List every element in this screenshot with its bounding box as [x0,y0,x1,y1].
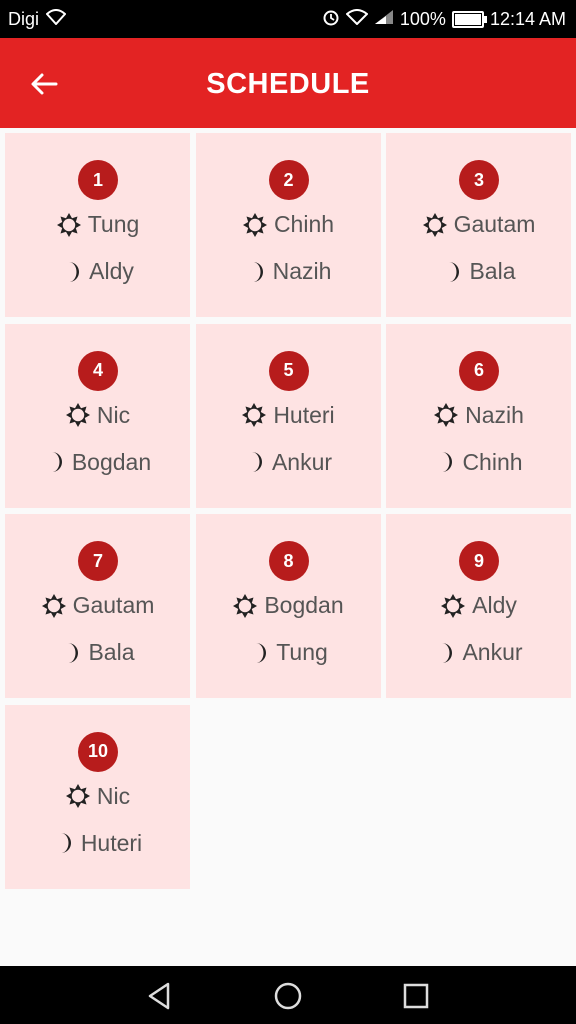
sun-icon [41,593,66,618]
sun-icon [242,212,267,237]
night-shift-name: Chinh [462,448,523,475]
day-shift-row: Nic [5,783,190,810]
day-number-badge: 10 [78,731,118,772]
carrier-label: Digi [8,9,40,29]
moon-icon [442,642,453,663]
schedule-cell[interactable]: 7 Gautam Bala [5,514,190,698]
day-shift-name: Bogdan [264,592,344,618]
nav-back-icon [148,982,170,1010]
night-shift-name: Huteri [80,829,143,856]
night-shift-name: Nazih [272,258,332,284]
night-shift-row: Ankur [386,639,571,666]
schedule-cell[interactable]: 3 Gautam Bala [386,133,571,317]
sun-icon [242,403,267,427]
day-number-badge: 6 [459,350,499,391]
day-shift-row: Tung [5,211,190,238]
app-bar: SCHEDULE [0,38,576,128]
navigation-bar [0,966,576,1024]
moon-icon [51,452,62,472]
nav-recents-icon [403,983,429,1009]
night-shift-row: Ankur [196,449,381,476]
day-shift-row: Gautam [5,592,190,619]
day-shift-name: Gautam [72,592,155,618]
nav-recents-button[interactable] [400,980,432,1012]
moon-icon [68,642,79,663]
day-shift-name: Nazih [465,401,524,428]
day-number-badge: 4 [78,350,118,391]
night-shift-name: Bala [88,639,135,665]
day-shift-name: Nic [96,401,131,428]
day-shift-row: Aldy [386,592,571,619]
sun-icon [65,403,90,427]
page-title: SCHEDULE [206,68,370,100]
night-shift-row: Nazih [196,258,381,285]
schedule-cell[interactable]: 8 Bogdan Tung [195,514,381,698]
night-shift-name: Ankur [271,448,333,475]
sun-icon [422,212,447,237]
day-shift-row: Nazih [386,402,571,429]
moon-icon [442,452,453,472]
schedule-cell[interactable]: 6 Nazih Chinh [386,323,571,508]
day-shift-name: Nic [96,782,131,809]
day-number-badge: 7 [78,541,118,581]
day-shift-name: Tung [87,211,140,237]
day-shift-name: Gautam [453,211,536,237]
schedule-cell[interactable]: 5 Huteri Ankur [195,323,381,508]
day-shift-name: Huteri [273,401,335,428]
sun-icon [56,212,81,237]
schedule-cell[interactable]: 9 Aldy Ankur [386,514,571,698]
day-number-badge: 9 [459,541,499,581]
night-shift-row: Bala [5,639,190,666]
night-shift-row: Tung [196,639,381,666]
clock: 12:14 AM [489,9,566,29]
sun-icon [233,593,258,618]
day-number-badge: 3 [459,160,499,200]
day-number-badge: 5 [268,350,309,391]
schedule-cell[interactable]: 1 Tung Aldy [5,133,190,317]
day-shift-row: Chinh [196,211,381,238]
signal-icon [374,9,394,30]
moon-icon [60,833,71,853]
nav-home-button[interactable] [272,980,304,1012]
sun-icon [441,593,466,618]
day-shift-row: Huteri [196,402,381,429]
schedule-cell[interactable]: 4 Nic Bogdan [5,323,190,508]
battery-icon [451,11,487,28]
day-number-badge: 2 [268,160,309,200]
status-bar: Digi 100% 12:14 AM [0,0,576,38]
night-shift-name: Ankur [462,639,523,665]
moon-icon [256,642,267,663]
sun-icon [434,403,459,427]
night-shift-name: Aldy [89,258,134,284]
day-number-badge: 1 [78,160,118,200]
moon-icon [252,261,263,282]
night-shift-row: Aldy [5,258,190,285]
night-shift-name: Tung [276,639,328,665]
wifi-icon [345,9,369,30]
night-shift-name: Bala [469,258,516,284]
night-shift-name: Bogdan [71,448,152,475]
moon-icon [69,261,80,282]
nav-back-button[interactable] [144,980,176,1012]
battery-percent: 100% [399,9,446,29]
night-shift-row: Bogdan [5,449,190,476]
night-shift-row: Chinh [386,449,571,476]
moon-icon [251,452,262,472]
day-number-badge: 8 [268,541,309,581]
night-shift-row: Bala [386,258,571,285]
day-shift-name: Chinh [273,211,335,237]
day-shift-row: Gautam [386,211,571,238]
day-shift-name: Aldy [472,592,517,618]
alarm-icon [322,8,340,31]
night-shift-row: Huteri [5,830,190,857]
moon-icon [449,261,460,282]
schedule-cell[interactable]: 10 Nic Huteri [5,704,190,889]
schedule-cell[interactable]: 2 Chinh Nazih [195,133,381,317]
nav-home-icon [274,982,302,1010]
status-right: 100% 12:14 AM [322,8,566,31]
sun-icon [65,784,90,808]
day-shift-row: Nic [5,402,190,429]
wifi-icon [45,9,67,30]
day-shift-row: Bogdan [196,592,381,619]
